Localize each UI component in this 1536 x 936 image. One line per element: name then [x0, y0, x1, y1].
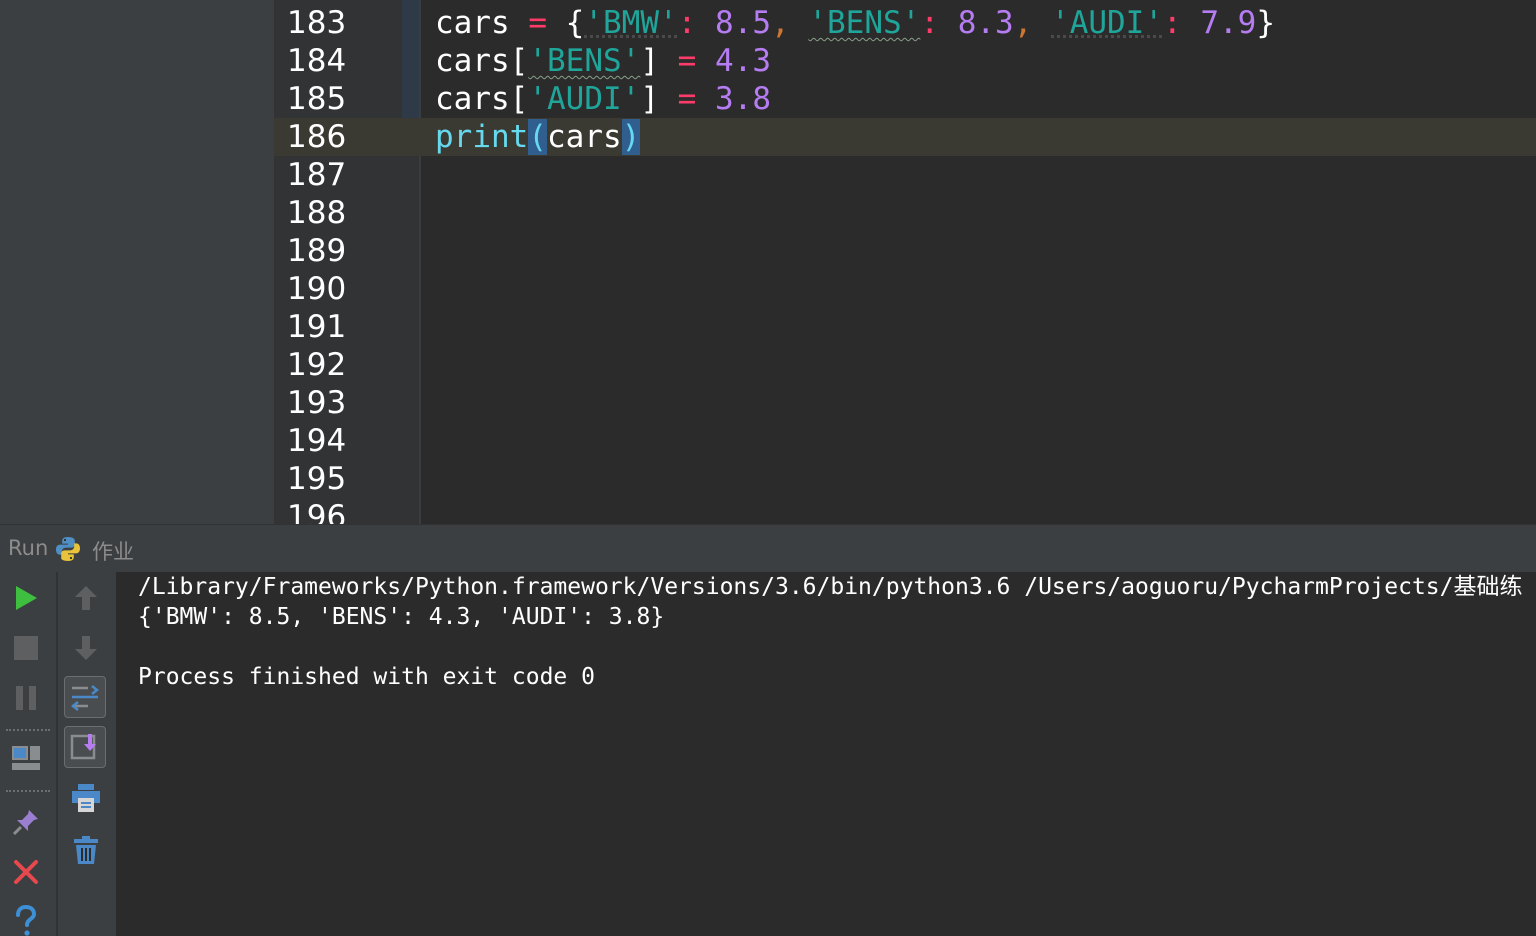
line-number: 186: [287, 119, 347, 155]
line-number: 183: [287, 5, 347, 41]
token-operator: =: [677, 81, 697, 117]
scroll-to-end-icon: [70, 734, 96, 760]
help-button[interactable]: [6, 902, 46, 936]
token-brace: {: [565, 5, 585, 41]
token-operator: =: [528, 5, 547, 41]
pin-icon: [12, 810, 38, 836]
token-identifier: cars: [435, 5, 510, 41]
line-number: 189: [287, 233, 347, 269]
token-number: 3.8: [715, 81, 771, 117]
line-number: 192: [287, 347, 347, 383]
toolbar-separator: [6, 790, 50, 792]
python-icon: [56, 537, 80, 561]
token-comma: ,: [1013, 5, 1033, 41]
token-string: 'AUDI': [1051, 5, 1164, 41]
token-string: 'BMW': [584, 5, 678, 41]
print-button[interactable]: [66, 778, 106, 818]
token-number: 8.5: [715, 5, 772, 41]
code-line-186[interactable]: print(cars): [435, 118, 1530, 156]
line-numbers: 183 184 185 186 187 188 189 190 191 192 …: [287, 4, 397, 524]
token-colon: :: [677, 5, 697, 41]
code-line-185[interactable]: cars['AUDI'] = 3.8: [435, 80, 1530, 118]
pin-tab-button[interactable]: [6, 802, 46, 842]
run-config-name[interactable]: 作业: [92, 536, 134, 566]
code-line-183[interactable]: cars = {'BMW': 8.5, 'BENS': 8.3, 'AUDI':…: [435, 4, 1530, 42]
token-number: 4.3: [715, 43, 771, 79]
help-icon: [16, 905, 37, 936]
close-icon: [14, 860, 38, 884]
line-number: 188: [287, 195, 347, 231]
code-line-184[interactable]: cars['BENS'] = 4.3: [435, 42, 1530, 80]
console-command-line: /Library/Frameworks/Python.framework/Ver…: [138, 574, 1523, 600]
pause-icon: [16, 686, 36, 710]
clear-all-button[interactable]: [66, 830, 106, 870]
token-string: 'AUDI': [528, 81, 641, 117]
run-tool-window-header: Run 作业: [0, 524, 1536, 572]
close-run-button[interactable]: [6, 852, 46, 892]
token-string-typo: 'BENS': [528, 43, 641, 79]
restore-layout-button[interactable]: [6, 738, 46, 778]
arrow-up-icon: [75, 586, 97, 610]
rerun-button[interactable]: [6, 578, 46, 618]
restore-layout-icon: [12, 746, 40, 770]
token-function: print: [435, 119, 529, 155]
token-colon: :: [1163, 5, 1182, 41]
token-number: 8.3: [957, 5, 1014, 41]
run-toolbar-secondary: [58, 572, 116, 936]
project-pane: [0, 0, 274, 524]
scroll-to-end-button[interactable]: [64, 726, 106, 768]
pause-button[interactable]: [6, 678, 46, 718]
soft-wrap-button[interactable]: [64, 676, 106, 718]
token-string-typo: 'BENS': [808, 5, 921, 41]
line-number: 184: [287, 43, 347, 79]
run-toolbar-primary: [0, 572, 56, 936]
token-identifier: cars: [547, 119, 622, 155]
trash-icon: [74, 836, 98, 864]
token-identifier: cars: [435, 43, 510, 79]
token-bracket: ]: [640, 81, 659, 117]
token-brace: }: [1256, 5, 1276, 41]
console-output-line: {'BMW': 8.5, 'BENS': 4.3, 'AUDI': 3.8}: [138, 604, 665, 630]
stop-button[interactable]: [6, 628, 46, 668]
line-number: 191: [287, 309, 347, 345]
play-icon: [16, 586, 37, 610]
line-number: 193: [287, 385, 347, 421]
line-number: 196: [287, 499, 347, 524]
code-lines[interactable]: cars = {'BMW': 8.5, 'BENS': 8.3, 'AUDI':…: [435, 4, 1530, 156]
token-bracket: [: [509, 81, 529, 117]
stop-icon: [14, 636, 38, 660]
line-number: 190: [287, 271, 347, 307]
print-icon: [72, 784, 100, 812]
arrow-down-icon: [75, 636, 97, 660]
run-tab-label[interactable]: Run: [8, 536, 48, 560]
token-colon: :: [920, 5, 940, 41]
token-comma: ,: [771, 5, 790, 41]
token-paren-matched: ): [621, 119, 641, 155]
run-console-output[interactable]: /Library/Frameworks/Python.framework/Ver…: [116, 572, 1536, 936]
token-bracket: [: [509, 43, 529, 79]
token-number: 7.9: [1200, 5, 1257, 41]
token-identifier: cars: [435, 81, 510, 117]
token-operator: =: [677, 43, 697, 79]
token-paren-matched: (: [528, 119, 547, 155]
previous-occurrence-button[interactable]: [66, 578, 106, 618]
soft-wrap-icon: [70, 685, 100, 711]
line-number: 185: [287, 81, 347, 117]
next-occurrence-button[interactable]: [66, 628, 106, 668]
token-bracket: ]: [640, 43, 659, 79]
line-number: 195: [287, 461, 347, 497]
toolbar-separator: [6, 729, 50, 731]
line-number: 187: [287, 157, 347, 193]
console-exit-message: Process finished with exit code 0: [138, 664, 595, 690]
line-number: 194: [287, 423, 347, 459]
